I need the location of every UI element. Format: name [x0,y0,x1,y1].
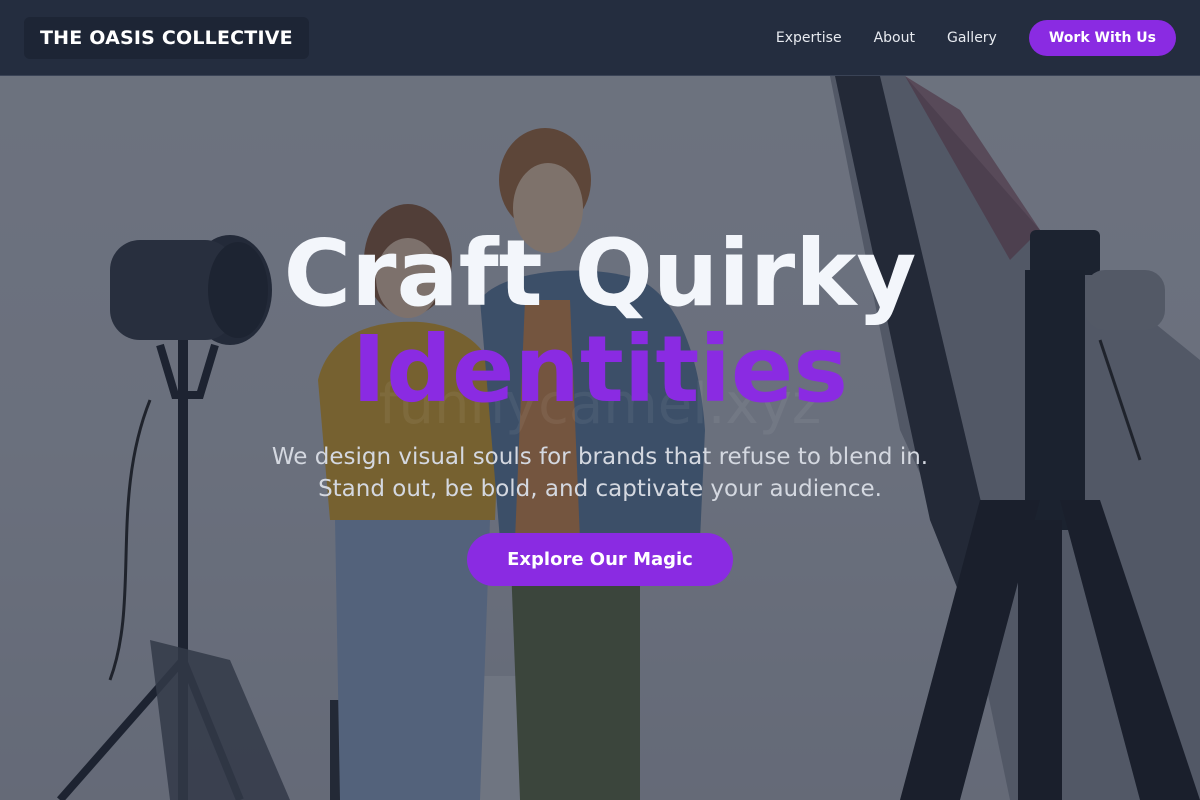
hero-title-line2: Identities [351,316,849,423]
hero-title-line1: Craft Quirky [283,220,917,327]
brand-logo[interactable]: THE OASIS COLLECTIVE [24,16,309,59]
top-navbar: THE OASIS COLLECTIVE Expertise About Gal… [0,0,1200,76]
nav-link-expertise[interactable]: Expertise [776,30,842,46]
nav-links: Expertise About Gallery Work With Us [776,19,1176,56]
hero-section: funnycamel.xyz Craft Quirky Identities W… [0,76,1200,800]
nav-link-about[interactable]: About [874,30,915,46]
nav-link-gallery[interactable]: Gallery [947,30,997,46]
explore-our-magic-button[interactable]: Explore Our Magic [467,533,733,586]
work-with-us-button[interactable]: Work With Us [1028,19,1176,56]
hero-subtitle: We design visual souls for brands that r… [271,444,929,502]
